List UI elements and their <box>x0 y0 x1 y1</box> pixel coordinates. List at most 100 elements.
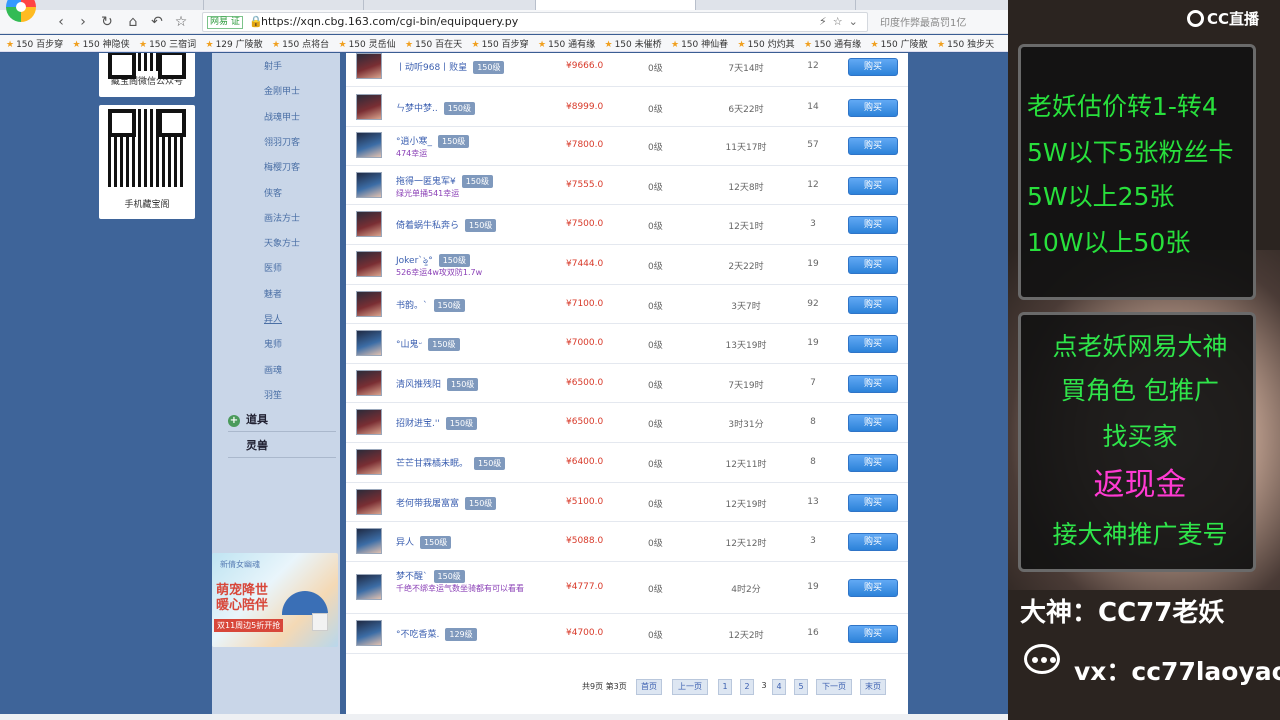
character-name[interactable]: 老何带我屠富富 150级 <box>396 496 497 510</box>
character-avatar[interactable] <box>356 132 382 158</box>
category-link[interactable]: 画法方士 <box>264 211 300 224</box>
character-name-text[interactable]: 拖得一匿鬼军¥ <box>396 177 456 187</box>
character-name[interactable]: 丨动听968丨败皇 150级 <box>396 60 505 74</box>
category-link[interactable]: 侠客 <box>264 186 282 199</box>
first-page-button[interactable]: 首页 <box>636 679 662 695</box>
character-name-text[interactable]: 芒芒甘霖橘未眠。 <box>396 459 468 469</box>
character-avatar[interactable] <box>356 489 382 515</box>
category-link[interactable]: 金刚甲士 <box>264 84 300 97</box>
character-name-text[interactable]: 梦不醒` <box>396 572 428 582</box>
character-avatar[interactable] <box>356 370 382 396</box>
forward-icon[interactable]: › <box>74 13 92 31</box>
character-name[interactable]: 拖得一匿鬼军¥ 150级 <box>396 174 494 188</box>
category-link[interactable]: 医师 <box>264 261 282 274</box>
buy-button[interactable]: 购买 <box>848 137 898 155</box>
category-link[interactable]: 翎羽刀客 <box>264 135 300 148</box>
character-name-text[interactable]: °不吃香菜. <box>396 630 439 640</box>
section-pets[interactable]: 灵兽 <box>228 437 336 458</box>
character-avatar[interactable] <box>356 94 382 120</box>
character-name[interactable]: 书韵。` 150级 <box>396 298 465 312</box>
buy-button[interactable]: 购买 <box>848 216 898 234</box>
buy-button[interactable]: 购买 <box>848 296 898 314</box>
character-avatar[interactable] <box>356 211 382 237</box>
expand-plus-icon[interactable]: + <box>228 415 240 427</box>
character-name[interactable]: °不吃香菜. 129级 <box>396 627 477 641</box>
promo-banner[interactable]: 新倩女幽魂 萌宠降世 暖心陪伴 双11周边5折开抢 <box>212 553 338 647</box>
bookmark-item[interactable]: ★ 150 通有缘 <box>804 37 861 50</box>
character-name-text[interactable]: ㄣ梦中梦.. <box>396 104 438 114</box>
buy-button[interactable]: 购买 <box>848 99 898 117</box>
category-link[interactable]: 画魂 <box>264 363 282 376</box>
refresh-icon[interactable]: ↻ <box>98 13 116 31</box>
favorite-star-icon[interactable]: ☆ <box>172 13 190 31</box>
character-avatar[interactable] <box>356 251 382 277</box>
back-icon[interactable]: ‹ <box>52 13 70 31</box>
url-text[interactable]: https://xqn.cbg.163.com/cgi-bin/equipque… <box>261 15 518 28</box>
bookmark-item[interactable]: ★ 150 百步穿 <box>6 37 63 50</box>
buy-button[interactable]: 购买 <box>848 177 898 195</box>
bookmark-item[interactable]: ★ 150 独步天 <box>937 37 994 50</box>
address-actions-icon[interactable]: ⚡☆⌄ <box>819 15 864 28</box>
buy-button[interactable]: 购买 <box>848 454 898 472</box>
page-5-button[interactable]: 5 <box>794 679 808 695</box>
category-link[interactable]: 鬼师 <box>264 337 282 350</box>
character-name[interactable]: °逍小寒_ 150级 <box>396 134 470 148</box>
section-props[interactable]: + 道具 <box>228 411 336 432</box>
last-page-button[interactable]: 末页 <box>860 679 886 695</box>
next-page-button[interactable]: 下一页 <box>816 679 852 695</box>
category-link[interactable]: 羽笙 <box>264 388 282 401</box>
character-name-text[interactable]: °逍小寒_ <box>396 137 432 147</box>
character-name-text[interactable]: 书韵。` <box>396 301 428 311</box>
character-name[interactable]: Joker`ৡ° 150级 <box>396 253 470 268</box>
browser-tab[interactable] <box>204 0 364 10</box>
character-avatar[interactable] <box>356 291 382 317</box>
bookmark-item[interactable]: ★ 150 三宿词 <box>139 37 196 50</box>
buy-button[interactable]: 购买 <box>848 494 898 512</box>
page-4-button[interactable]: 4 <box>772 679 786 695</box>
character-name[interactable]: ㄣ梦中梦.. 150级 <box>396 101 476 115</box>
character-avatar[interactable] <box>356 620 382 646</box>
bookmark-item[interactable]: ★ 129 广陵散 <box>206 37 263 50</box>
buy-button[interactable]: 购买 <box>848 579 898 597</box>
character-name[interactable]: 清风推残阳 150级 <box>396 377 479 391</box>
category-link[interactable]: 射手 <box>264 59 282 72</box>
bookmark-item[interactable]: ★ 150 百步穿 <box>472 37 529 50</box>
character-name[interactable]: 倚着蜗牛私奔ら 150级 <box>396 218 497 232</box>
character-name-text[interactable]: 清风推残阳 <box>396 380 441 390</box>
buy-button[interactable]: 购买 <box>848 335 898 353</box>
character-avatar[interactable] <box>356 172 382 198</box>
buy-button[interactable]: 购买 <box>848 414 898 432</box>
bookmark-item[interactable]: ★ 150 广陵散 <box>871 37 928 50</box>
buy-button[interactable]: 购买 <box>848 375 898 393</box>
bookmark-item[interactable]: ★ 150 神仙眷 <box>671 37 728 50</box>
buy-button[interactable]: 购买 <box>848 58 898 76</box>
browser-tab[interactable] <box>696 0 856 10</box>
character-name[interactable]: 梦不醒` 150级 <box>396 569 465 583</box>
character-avatar[interactable] <box>356 574 382 600</box>
certificate-badge[interactable]: 网易 证 <box>207 16 243 29</box>
bookmark-item[interactable]: ★ 150 神隐侠 <box>73 37 130 50</box>
bookmark-item[interactable]: ★ 150 百在天 <box>405 37 462 50</box>
character-avatar[interactable] <box>356 409 382 435</box>
character-avatar[interactable] <box>356 528 382 554</box>
character-avatar[interactable] <box>356 330 382 356</box>
character-name-text[interactable]: Joker`ৡ° <box>396 256 433 266</box>
bookmark-item[interactable]: ★ 150 点将台 <box>272 37 329 50</box>
page-2-button[interactable]: 2 <box>740 679 754 695</box>
undo-icon[interactable]: ↶ <box>148 13 166 31</box>
browser-tab[interactable] <box>364 0 536 10</box>
category-link[interactable]: 天象方士 <box>264 236 300 249</box>
address-bar[interactable]: 网易 证 🔒 https://xqn.cbg.163.com/cgi-bin/e… <box>202 12 868 32</box>
character-name[interactable]: 异人 150级 <box>396 535 452 549</box>
bookmark-item[interactable]: ★ 150 灼灼其 <box>738 37 795 50</box>
character-avatar[interactable] <box>356 53 382 79</box>
buy-button[interactable]: 购买 <box>848 625 898 643</box>
character-name-text[interactable]: 丨动听968丨败皇 <box>396 63 467 73</box>
character-name[interactable]: °山鬼ᵕ 150级 <box>396 337 460 351</box>
category-link[interactable]: 魅者 <box>264 287 282 300</box>
character-name-text[interactable]: °山鬼ᵕ <box>396 340 422 350</box>
character-name[interactable]: 芒芒甘霖橘未眠。 150级 <box>396 456 506 470</box>
browser-tab[interactable] <box>44 0 204 10</box>
character-name[interactable]: 招财进宝.'' 150级 <box>396 416 478 430</box>
character-name-text[interactable]: 倚着蜗牛私奔ら <box>396 221 459 231</box>
